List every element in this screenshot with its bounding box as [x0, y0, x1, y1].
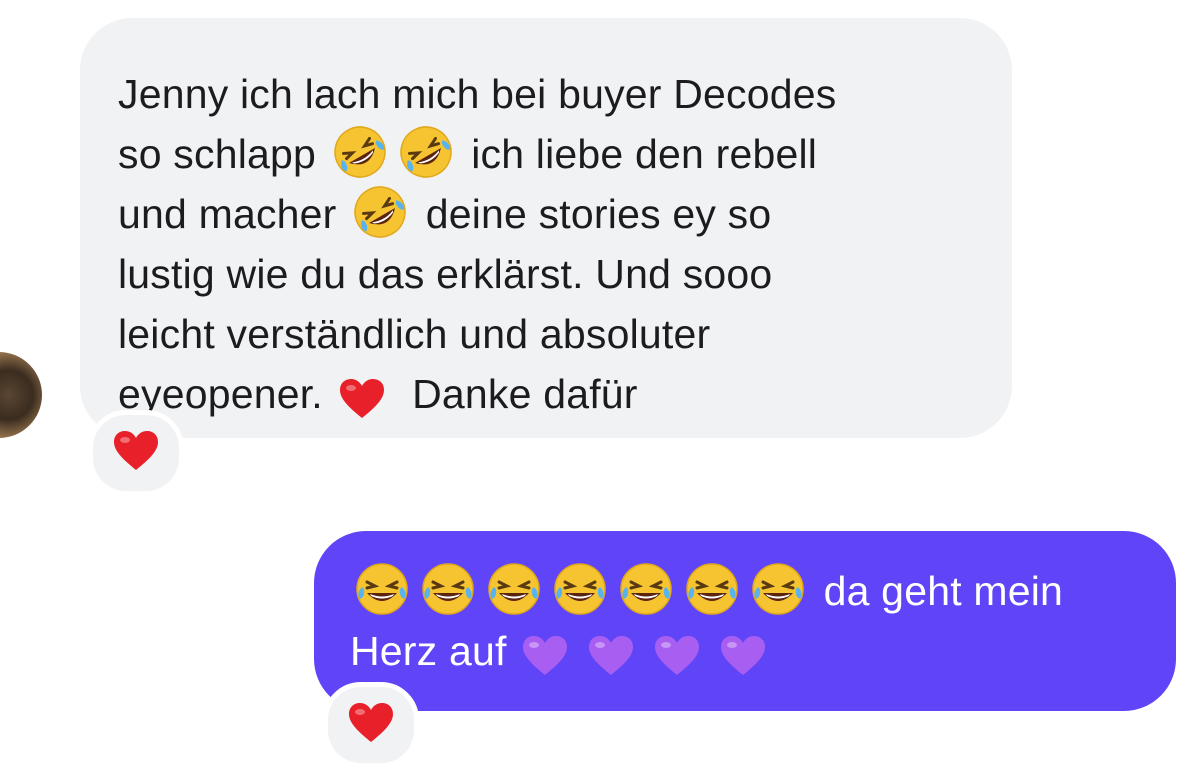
red-heart-icon: [113, 430, 159, 477]
rolling-on-floor-laughing-icon: [352, 184, 410, 240]
incoming-message-bubble[interactable]: Jenny ich lach mich bei buyer Decodes so …: [80, 18, 1012, 438]
red-heart-icon: [348, 702, 394, 749]
message-text: so schlapp: [118, 131, 328, 177]
message-text: Danke dafür: [400, 371, 638, 417]
message-line: und macher deine stories ey so: [118, 184, 972, 244]
face-with-tears-of-joy-icon: [420, 561, 478, 617]
message-text: da geht mein: [812, 568, 1064, 614]
message-text: und macher: [118, 191, 349, 237]
face-with-tears-of-joy-icon: [486, 561, 544, 617]
face-with-tears-of-joy-icon: [552, 561, 610, 617]
message-text: deine stories ey so: [414, 191, 772, 237]
message-text: Jenny ich lach mich bei buyer Decodes: [118, 71, 837, 117]
face-with-tears-of-joy-icon: [684, 561, 742, 617]
purple-heart-icon: [654, 633, 712, 689]
outgoing-message-bubble[interactable]: da geht mein Herz auf: [314, 531, 1176, 711]
face-with-tears-of-joy-icon: [750, 561, 808, 617]
face-with-tears-of-joy-icon: [618, 561, 676, 617]
purple-heart-icon: [720, 633, 778, 689]
message-text: leicht verständlich und absoluter: [118, 311, 711, 357]
rolling-on-floor-laughing-icon: [332, 124, 390, 180]
message-line: eyeopener. Danke dafür: [118, 364, 972, 424]
message-line: leicht verständlich und absoluter: [118, 304, 972, 364]
rolling-on-floor-laughing-icon: [398, 124, 456, 180]
face-with-tears-of-joy-icon: [354, 561, 412, 617]
message-text: Herz auf: [350, 628, 519, 674]
message-text: ich liebe den rebell: [459, 131, 818, 177]
outgoing-message-reaction[interactable]: [323, 682, 419, 768]
message-line: lustig wie du das erklärst. Und sooo: [118, 244, 972, 304]
contact-avatar[interactable]: [0, 352, 42, 438]
message-line: da geht mein: [350, 561, 1140, 621]
red-heart-icon: [339, 376, 397, 432]
message-line: Herz auf: [350, 621, 1140, 681]
message-line: Jenny ich lach mich bei buyer Decodes: [118, 64, 972, 124]
message-line: so schlapp ich liebe den rebell: [118, 124, 972, 184]
purple-heart-icon: [588, 633, 646, 689]
incoming-message-reaction[interactable]: [88, 410, 184, 496]
message-text: lustig wie du das erklärst. Und sooo: [118, 251, 773, 297]
purple-heart-icon: [522, 633, 580, 689]
